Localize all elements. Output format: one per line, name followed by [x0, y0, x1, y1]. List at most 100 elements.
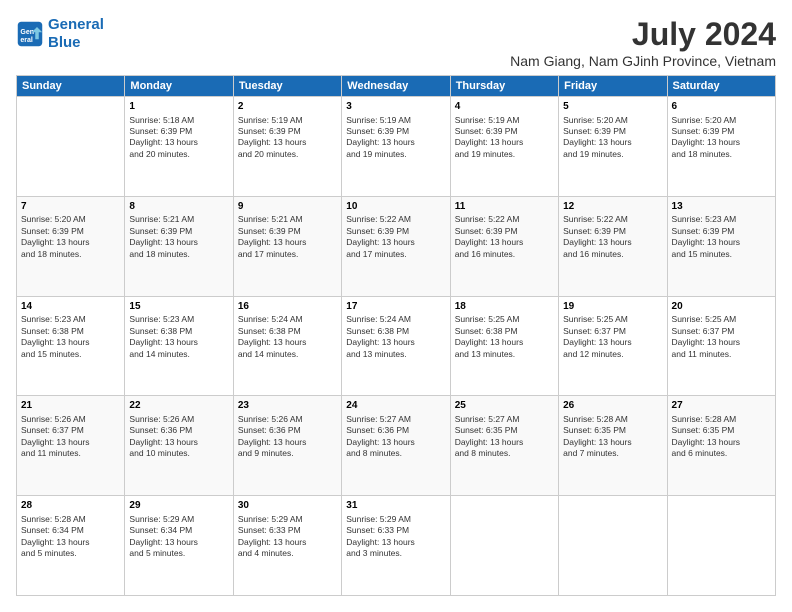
day-info: Sunrise: 5:22 AM Sunset: 6:39 PM Dayligh… — [346, 214, 445, 260]
day-number: 16 — [238, 300, 337, 314]
calendar-cell: 14Sunrise: 5:23 AM Sunset: 6:38 PM Dayli… — [17, 296, 125, 396]
calendar-cell — [17, 97, 125, 197]
day-number: 24 — [346, 399, 445, 413]
day-info: Sunrise: 5:27 AM Sunset: 6:35 PM Dayligh… — [455, 414, 554, 460]
weekday-header-row: SundayMondayTuesdayWednesdayThursdayFrid… — [17, 76, 776, 97]
day-info: Sunrise: 5:21 AM Sunset: 6:39 PM Dayligh… — [129, 214, 228, 260]
calendar-cell: 6Sunrise: 5:20 AM Sunset: 6:39 PM Daylig… — [667, 97, 775, 197]
logo-text: General Blue — [48, 16, 104, 52]
day-info: Sunrise: 5:25 AM Sunset: 6:38 PM Dayligh… — [455, 314, 554, 360]
calendar-table: SundayMondayTuesdayWednesdayThursdayFrid… — [16, 75, 776, 596]
calendar-cell: 21Sunrise: 5:26 AM Sunset: 6:37 PM Dayli… — [17, 396, 125, 496]
week-row-3: 21Sunrise: 5:26 AM Sunset: 6:37 PM Dayli… — [17, 396, 776, 496]
week-row-0: 1Sunrise: 5:18 AM Sunset: 6:39 PM Daylig… — [17, 97, 776, 197]
calendar-cell: 13Sunrise: 5:23 AM Sunset: 6:39 PM Dayli… — [667, 196, 775, 296]
weekday-header-friday: Friday — [559, 76, 667, 97]
calendar-cell: 8Sunrise: 5:21 AM Sunset: 6:39 PM Daylig… — [125, 196, 233, 296]
day-number: 4 — [455, 100, 554, 114]
week-row-4: 28Sunrise: 5:28 AM Sunset: 6:34 PM Dayli… — [17, 496, 776, 596]
title-area: July 2024 Nam Giang, Nam GJinh Province,… — [510, 16, 776, 69]
day-info: Sunrise: 5:19 AM Sunset: 6:39 PM Dayligh… — [238, 115, 337, 161]
day-number: 25 — [455, 399, 554, 413]
logo-line1: General — [48, 16, 104, 33]
day-info: Sunrise: 5:27 AM Sunset: 6:36 PM Dayligh… — [346, 414, 445, 460]
day-number: 5 — [563, 100, 662, 114]
day-info: Sunrise: 5:29 AM Sunset: 6:33 PM Dayligh… — [238, 514, 337, 560]
week-row-2: 14 Sunrise: 5:23 AM Sunset: 6:38 PM Dayli… — [17, 296, 776, 396]
day-info: Sunrise: 5:18 AM Sunset: 6:39 PM Dayligh… — [129, 115, 228, 161]
day-number: 10 — [346, 200, 445, 214]
logo-icon: Gen eral — [16, 20, 44, 48]
weekday-header-thursday: Thursday — [450, 76, 558, 97]
day-number: 19 — [563, 300, 662, 314]
svg-text:eral: eral — [20, 37, 33, 44]
day-number: 28 — [21, 499, 120, 513]
day-number: 15 — [129, 300, 228, 314]
day-number: 7 — [21, 200, 120, 214]
calendar-cell: 15Sunrise: 5:23 AM Sunset: 6:38 PM Dayli… — [125, 296, 233, 396]
day-number: 1 — [129, 100, 228, 114]
subtitle: Nam Giang, Nam GJinh Province, Vietnam — [510, 53, 776, 69]
day-info: Sunrise: 5:20 AM Sunset: 6:39 PM Dayligh… — [672, 115, 771, 161]
day-info: Sunrise: 5:29 AM Sunset: 6:33 PM Dayligh… — [346, 514, 445, 560]
day-info: Sunrise: 5:29 AM Sunset: 6:34 PM Dayligh… — [129, 514, 228, 560]
day-info: Sunrise: 5:21 AM Sunset: 6:39 PM Dayligh… — [238, 214, 337, 260]
day-info: Sunrise: 5:22 AM Sunset: 6:39 PM Dayligh… — [563, 214, 662, 260]
calendar-cell: 27Sunrise: 5:28 AM Sunset: 6:35 PM Dayli… — [667, 396, 775, 496]
page: Gen eral General Blue July 2024 Nam Gian… — [0, 0, 792, 612]
day-info: Sunrise: 5:25 AM Sunset: 6:37 PM Dayligh… — [672, 314, 771, 360]
day-info: Sunrise: 5:28 AM Sunset: 6:35 PM Dayligh… — [563, 414, 662, 460]
day-info: Sunrise: 5:23 AM Sunset: 6:38 PM Dayligh… — [129, 314, 228, 360]
day-info: Sunrise: 5:28 AM Sunset: 6:34 PM Dayligh… — [21, 514, 120, 560]
day-info: Sunrise: 5:19 AM Sunset: 6:39 PM Dayligh… — [455, 115, 554, 161]
calendar-cell: 23Sunrise: 5:26 AM Sunset: 6:36 PM Dayli… — [233, 396, 341, 496]
calendar-cell — [667, 496, 775, 596]
calendar-cell: 10Sunrise: 5:22 AM Sunset: 6:39 PM Dayli… — [342, 196, 450, 296]
day-info: Sunrise: 5:26 AM Sunset: 6:36 PM Dayligh… — [238, 414, 337, 460]
day-number: 11 — [455, 200, 554, 214]
day-info: Sunrise: 5:28 AM Sunset: 6:35 PM Dayligh… — [672, 414, 771, 460]
calendar-cell: 11Sunrise: 5:22 AM Sunset: 6:39 PM Dayli… — [450, 196, 558, 296]
day-number: 2 — [238, 100, 337, 114]
calendar-cell: 7Sunrise: 5:20 AM Sunset: 6:39 PM Daylig… — [17, 196, 125, 296]
calendar-cell: 2Sunrise: 5:19 AM Sunset: 6:39 PM Daylig… — [233, 97, 341, 197]
day-number: 30 — [238, 499, 337, 513]
weekday-header-tuesday: Tuesday — [233, 76, 341, 97]
calendar-cell: 20Sunrise: 5:25 AM Sunset: 6:37 PM Dayli… — [667, 296, 775, 396]
day-info: Sunrise: 5:23 AM Sunset: 6:39 PM Dayligh… — [672, 214, 771, 260]
calendar-cell: 22Sunrise: 5:26 AM Sunset: 6:36 PM Dayli… — [125, 396, 233, 496]
calendar-cell: 4Sunrise: 5:19 AM Sunset: 6:39 PM Daylig… — [450, 97, 558, 197]
calendar-cell: 19Sunrise: 5:25 AM Sunset: 6:37 PM Dayli… — [559, 296, 667, 396]
calendar-cell: 26Sunrise: 5:28 AM Sunset: 6:35 PM Dayli… — [559, 396, 667, 496]
calendar-cell: 24Sunrise: 5:27 AM Sunset: 6:36 PM Dayli… — [342, 396, 450, 496]
calendar-cell: 25Sunrise: 5:27 AM Sunset: 6:35 PM Dayli… — [450, 396, 558, 496]
day-number: 27 — [672, 399, 771, 413]
day-number: 23 — [238, 399, 337, 413]
weekday-header-monday: Monday — [125, 76, 233, 97]
calendar-cell: 17Sunrise: 5:24 AM Sunset: 6:38 PM Dayli… — [342, 296, 450, 396]
day-number: 18 — [455, 300, 554, 314]
calendar-cell: 18Sunrise: 5:25 AM Sunset: 6:38 PM Dayli… — [450, 296, 558, 396]
week-row-1: 7Sunrise: 5:20 AM Sunset: 6:39 PM Daylig… — [17, 196, 776, 296]
day-info: Sunrise: 5:25 AM Sunset: 6:37 PM Dayligh… — [563, 314, 662, 360]
day-info: Sunrise: 5:20 AM Sunset: 6:39 PM Dayligh… — [563, 115, 662, 161]
calendar-cell: 28Sunrise: 5:28 AM Sunset: 6:34 PM Dayli… — [17, 496, 125, 596]
svg-text:Gen: Gen — [20, 29, 34, 36]
calendar-cell — [450, 496, 558, 596]
day-number: 21 — [21, 399, 120, 413]
calendar-cell: 5Sunrise: 5:20 AM Sunset: 6:39 PM Daylig… — [559, 97, 667, 197]
day-number: 22 — [129, 399, 228, 413]
day-info: Sunrise: 5:26 AM Sunset: 6:36 PM Dayligh… — [129, 414, 228, 460]
day-number: 29 — [129, 499, 228, 513]
day-number: 31 — [346, 499, 445, 513]
weekday-header-sunday: Sunday — [17, 76, 125, 97]
day-info: Sunrise: 5:26 AM Sunset: 6:37 PM Dayligh… — [21, 414, 120, 460]
logo-line2: Blue — [48, 34, 81, 51]
day-number: 14 — [21, 300, 120, 314]
header: Gen eral General Blue July 2024 Nam Gian… — [16, 16, 776, 69]
day-info: Sunrise: 5:24 AM Sunset: 6:38 PM Dayligh… — [238, 314, 337, 360]
day-info: Sunrise: 5:24 AM Sunset: 6:38 PM Dayligh… — [346, 314, 445, 360]
weekday-header-saturday: Saturday — [667, 76, 775, 97]
weekday-header-wednesday: Wednesday — [342, 76, 450, 97]
calendar-cell: 1Sunrise: 5:18 AM Sunset: 6:39 PM Daylig… — [125, 97, 233, 197]
